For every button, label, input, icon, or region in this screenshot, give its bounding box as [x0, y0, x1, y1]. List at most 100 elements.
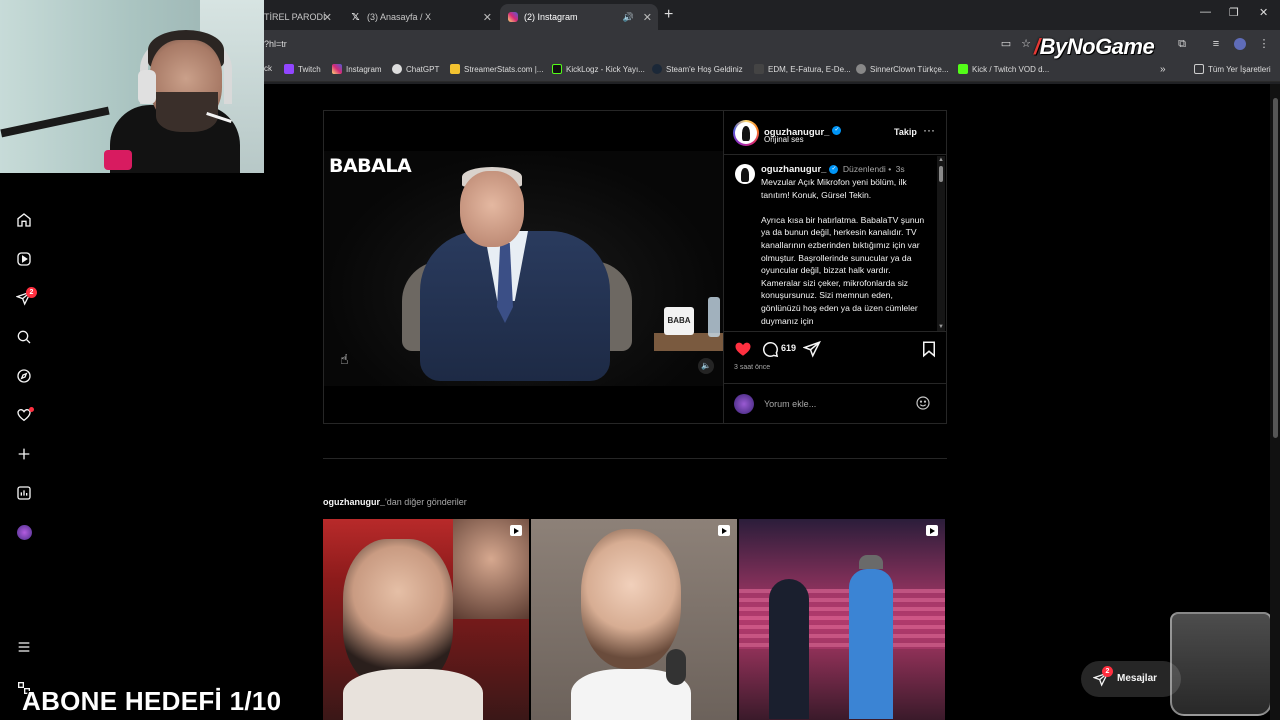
save-icon[interactable] [920, 340, 938, 358]
glass-overlay [1170, 612, 1272, 716]
more-options-icon[interactable]: ··· [923, 123, 935, 137]
dashboard-icon[interactable] [16, 485, 32, 501]
restore-icon[interactable]: ❐ [1229, 6, 1239, 19]
reel-icon [926, 525, 938, 536]
emoji-icon[interactable] [915, 395, 931, 411]
comment-icon[interactable] [761, 340, 779, 358]
menu-icon[interactable] [16, 639, 32, 655]
close-icon[interactable]: ✕ [323, 11, 332, 24]
like-icon[interactable] [734, 340, 752, 358]
url-field[interactable]: ?hl=tr [264, 39, 287, 49]
reel-icon [510, 525, 522, 536]
post-age: 3s [895, 164, 905, 174]
author-avatar[interactable] [735, 122, 757, 144]
more-posts-title: oguzhanugur_'dan diğer gönderiler [323, 497, 467, 507]
mug: BABA [664, 307, 694, 335]
bookmark-chatgpt[interactable]: ChatGPT [392, 64, 439, 74]
verified-icon: ✓ [832, 126, 842, 136]
kick-icon [958, 64, 968, 74]
caption-avatar[interactable] [735, 164, 755, 184]
notification-badge: 2 [26, 287, 37, 298]
menu-kebab-icon[interactable]: ⋮ [1258, 38, 1270, 50]
bookmark-sinnerclown[interactable]: SinnerClown Türkçe... [856, 64, 949, 74]
home-icon[interactable] [16, 212, 32, 228]
star-icon[interactable]: ☆ [1020, 38, 1032, 50]
cast-icon[interactable]: ▭ [1000, 38, 1012, 50]
steam-icon [652, 64, 662, 74]
post-thumbnail[interactable] [531, 519, 737, 720]
comment-count: 619 [781, 343, 797, 353]
messages-badge: 2 [1102, 666, 1113, 677]
post-thumbnail[interactable] [323, 519, 529, 720]
explore-icon[interactable] [16, 368, 32, 384]
extensions-icon[interactable]: ⧉ [1176, 38, 1188, 50]
close-icon[interactable]: ✕ [643, 11, 652, 24]
bookmark-edm[interactable]: EDM, E-Fatura, E-De... [754, 64, 851, 74]
window-close-icon[interactable]: ✕ [1259, 6, 1268, 19]
bookmark-item[interactable]: ck [264, 64, 272, 73]
bookmark-kick-vod[interactable]: Kick / Twitch VOD d... [958, 64, 1049, 74]
profile-icon[interactable] [1234, 38, 1246, 50]
close-icon[interactable]: ✕ [483, 11, 492, 24]
tab-title: (2) Instagram [524, 12, 578, 22]
post-dialog: BABA BABALA 🔈 ☝ oguzhanugur_ ✓ Orijinal s… [323, 110, 947, 424]
globe-icon [754, 64, 764, 74]
caption-text: Mevzular Açık Mikrofon yeni bölüm, ilk t… [761, 177, 925, 326]
follow-button[interactable]: Takip [894, 127, 917, 137]
activity-dot [29, 407, 34, 412]
post-thumbnail[interactable] [739, 519, 945, 720]
messages-button[interactable]: 2 Mesajlar [1081, 661, 1181, 697]
bookmark-instagram[interactable]: Instagram [332, 64, 382, 74]
search-icon[interactable] [16, 329, 32, 345]
reel-icon [718, 525, 730, 536]
viewer-avatar [734, 394, 754, 414]
post-header: oguzhanugur_ ✓ Orijinal ses Takip ··· [724, 111, 947, 155]
audio-label[interactable]: Orijinal ses [764, 135, 804, 144]
tab-tirel-parodi[interactable]: TİREL PARODİ ✕ [256, 4, 338, 30]
babala-logo: BABALA [329, 155, 412, 177]
webcam-overlay [0, 0, 264, 173]
chatgpt-icon [392, 64, 402, 74]
bookmarks-overflow[interactable]: » [1160, 64, 1166, 75]
bookmark-twitch[interactable]: Twitch [284, 64, 321, 74]
share-icon[interactable] [802, 340, 821, 358]
media-icon[interactable]: ≡ [1210, 38, 1222, 50]
mute-icon[interactable]: 🔈 [698, 358, 714, 374]
caption-header: oguzhanugur_ ✓ Düzenlendi • 3s [761, 164, 905, 175]
kicklogz-icon [552, 64, 562, 74]
caption-scrollbar[interactable]: ▲ ▼ [937, 156, 945, 331]
reels-icon[interactable] [16, 251, 32, 267]
x-logo-icon: 𝕏 [351, 11, 360, 23]
more-posts-username[interactable]: oguzhanugur_ [323, 497, 385, 507]
comment-composer: Yorum ekle... [724, 383, 947, 423]
create-icon[interactable] [16, 446, 32, 462]
twitch-icon [284, 64, 294, 74]
separator-dot: • [888, 164, 892, 174]
bookmark-kicklogz[interactable]: KickLogz - Kick Yayı... [552, 64, 645, 74]
profile-avatar[interactable] [16, 524, 32, 540]
comment-input[interactable]: Yorum ekle... [764, 399, 816, 409]
messages-label: Mesajlar [1117, 673, 1158, 684]
tab-instagram[interactable]: (2) Instagram 🔊 ✕ [500, 4, 658, 30]
new-tab-button[interactable]: + [664, 6, 673, 24]
all-bookmarks[interactable]: Tüm Yer İşaretleri [1194, 64, 1271, 74]
instagram-icon [508, 12, 518, 22]
video-player[interactable]: BABA BABALA 🔈 ☝ [324, 111, 723, 423]
stats-icon [450, 64, 460, 74]
tab-title: (3) Anasayfa / X [367, 12, 432, 22]
cursor-icon: ☝ [340, 351, 349, 367]
post-sidebar: oguzhanugur_ ✓ Orijinal ses Takip ··· ogu… [723, 111, 947, 423]
page-scrollbar[interactable] [1270, 84, 1280, 720]
tab-x-anasayfa[interactable]: 𝕏 (3) Anasayfa / X ✕ [342, 4, 498, 30]
bookmark-steam[interactable]: Steam'e Hoş Geldiniz [652, 64, 743, 74]
globe-icon [856, 64, 866, 74]
bookmark-streamerstats[interactable]: StreamerStats.com |... [450, 64, 543, 74]
minimize-icon[interactable]: — [1200, 6, 1211, 18]
folder-icon [1194, 64, 1204, 74]
speaker-icon[interactable]: 🔊 [623, 12, 634, 23]
verified-icon: ✓ [829, 165, 839, 175]
section-divider [323, 458, 947, 459]
caption-area: oguzhanugur_ ✓ Düzenlendi • 3s Mevzular A… [724, 156, 936, 331]
bynogame-logo: /ByNoGame [1034, 34, 1155, 59]
caption-username[interactable]: oguzhanugur_ [761, 164, 826, 175]
